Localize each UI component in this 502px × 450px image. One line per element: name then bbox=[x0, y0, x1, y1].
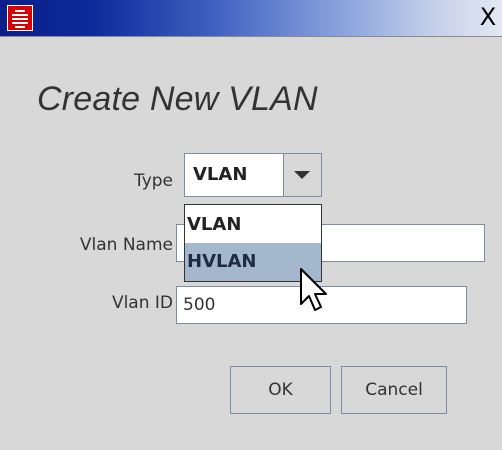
app-icon-stripe bbox=[12, 14, 28, 16]
vlan-name-label: Vlan Name bbox=[79, 235, 173, 255]
cancel-button[interactable]: Cancel bbox=[341, 366, 447, 414]
vlan-id-label: Vlan ID bbox=[111, 293, 173, 313]
dialog-title: Create New VLAN bbox=[37, 80, 318, 118]
type-label: Type bbox=[133, 171, 173, 191]
ok-button[interactable]: OK bbox=[230, 366, 331, 414]
close-button[interactable]: X bbox=[474, 2, 502, 32]
app-icon-stripe bbox=[12, 22, 28, 24]
type-selected-value: VLAN bbox=[193, 164, 248, 185]
close-icon: X bbox=[479, 3, 497, 31]
app-icon-stripe bbox=[15, 10, 25, 12]
type-option-vlan[interactable]: VLAN bbox=[185, 206, 321, 244]
type-combobox[interactable]: VLAN bbox=[184, 153, 322, 197]
title-bar[interactable]: X bbox=[0, 0, 502, 37]
app-icon-stripe bbox=[12, 18, 28, 20]
chevron-down-icon bbox=[294, 171, 310, 179]
app-icon-stripe bbox=[15, 26, 25, 28]
create-vlan-dialog: X Create New VLAN Type VLAN Vlan Name Vl… bbox=[0, 0, 502, 450]
mouse-pointer-icon bbox=[300, 268, 327, 311]
app-icon[interactable] bbox=[7, 5, 33, 31]
combo-dropdown-button[interactable] bbox=[283, 154, 321, 196]
